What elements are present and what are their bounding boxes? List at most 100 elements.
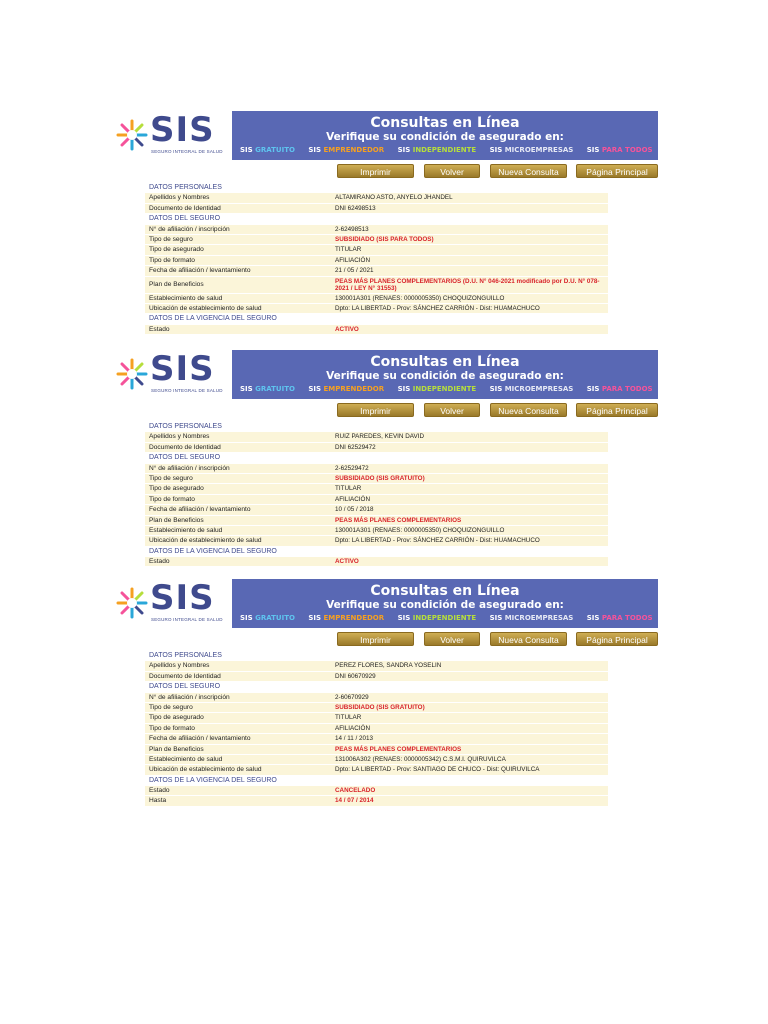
row-status: Estado ACTIVO [145,324,608,336]
section-insurance: DATOS DEL SEGURO [145,453,608,464]
program-link-independiente[interactable]: SIS INDEPENDIENTE [398,385,477,393]
row-affiliation-no: N° de afiliación / inscripción 2-62498513 [145,224,608,235]
section-personal: DATOS PERSONALES [145,651,608,662]
row-affiliation-date: Fecha de afiliación / levantamiento 21 / … [145,266,608,277]
program-link-gratuito[interactable]: SIS GRATUITO [240,385,295,393]
row-format-type: Tipo de formato AFILIACIÓN [145,494,608,506]
program-links: SIS GRATUITO SIS EMPRENDEDOR SIS INDEPEN… [240,146,658,154]
row-names: Apellidos y Nombres RUIZ PAREDES, KEVIN D… [145,432,608,443]
banner-title: Consultas en Línea [370,583,520,599]
sis-burst-icon [116,358,148,390]
section-validity: DATOS DE LA VIGENCIA DEL SEGURO [145,314,608,325]
header: SIS SEGURO INTEGRAL DE SALUD Consultas e… [110,349,658,399]
sis-logo-text: SIS [150,578,215,618]
row-health-facility: Establecimiento de salud 131006A302 (RENA… [145,754,608,766]
section-personal: DATOS PERSONALES [145,422,608,433]
row-document: Documento de Identidad DNI 62529472 [145,442,608,454]
program-link-para-todos[interactable]: SIS PARA TODOS [587,146,653,154]
row-insured-type: Tipo de asegurado TITULAR [145,713,608,724]
sis-burst-icon [116,587,148,619]
sis-logo: SIS SEGURO INTEGRAL DE SALUD [110,110,230,160]
print-button[interactable]: Imprimir [337,403,414,417]
banner-title: Consultas en Línea [370,115,520,131]
new-query-button[interactable]: Nueva Consulta [490,403,567,417]
program-link-gratuito[interactable]: SIS GRATUITO [240,614,295,622]
banner-title: Consultas en Línea [370,354,520,370]
section-validity: DATOS DE LA VIGENCIA DEL SEGURO [145,546,608,558]
banner-subtitle: Verifique su condición de asegurado en: [326,599,564,611]
section-personal: DATOS PERSONALES [145,183,608,194]
consultas-banner: Consultas en Línea Verifique su condició… [232,111,658,160]
banner-subtitle: Verifique su condición de asegurado en: [326,131,564,143]
row-format-type: Tipo de formato AFILIACIÓN [145,723,608,735]
row-insurance-type: Tipo de seguro SUBSIDIADO (SIS PARA TODOS… [145,234,608,246]
new-query-button[interactable]: Nueva Consulta [490,632,567,646]
consultas-banner: Consultas en Línea Verifique su condició… [232,579,658,628]
row-insurance-type: Tipo de seguro SUBSIDIADO (SIS GRATUITO) [145,702,608,714]
action-buttons: Imprimir Volver Nueva Consulta Página Pr… [337,403,658,417]
back-button[interactable]: Volver [424,632,480,646]
print-button[interactable]: Imprimir [337,632,414,646]
program-link-para-todos[interactable]: SIS PARA TODOS [587,385,653,393]
sis-logo: SIS SEGURO INTEGRAL DE SALUD [110,578,230,628]
sis-logo-text: SIS [150,110,215,150]
row-status: Estado CANCELADO [145,786,608,797]
program-link-gratuito[interactable]: SIS GRATUITO [240,146,295,154]
row-benefit-plan: Plan de Beneficios PEAS MÁS PLANES COMPLE… [145,515,608,526]
results-table: DATOS PERSONALES Apellidos y Nombres PERE… [145,651,608,807]
back-button[interactable]: Volver [424,164,480,178]
sis-logo: SIS SEGURO INTEGRAL DE SALUD [110,349,230,399]
program-link-microempresas[interactable]: SIS MICROEMPRESAS [490,385,574,393]
section-insurance: DATOS DEL SEGURO [145,214,608,225]
row-document: Documento de Identidad DNI 60670929 [145,671,608,683]
row-facility-location: Ubicación de establecimiento de salud Dpt… [145,536,608,547]
program-link-emprendedor[interactable]: SIS EMPRENDEDOR [308,146,384,154]
program-link-emprendedor[interactable]: SIS EMPRENDEDOR [308,385,384,393]
program-links: SIS GRATUITO SIS EMPRENDEDOR SIS INDEPEN… [240,614,658,622]
row-affiliation-date: Fecha de afiliación / levantamiento 10 / … [145,505,608,516]
row-benefit-plan: Plan de Beneficios PEAS MÁS PLANES COMPLE… [145,276,608,294]
program-link-emprendedor[interactable]: SIS EMPRENDEDOR [308,614,384,622]
row-names: Apellidos y Nombres ALTAMIRANO ASTO, ANYE… [145,193,608,204]
header: SIS SEGURO INTEGRAL DE SALUD Consultas e… [110,110,658,160]
program-link-independiente[interactable]: SIS INDEPENDIENTE [398,146,477,154]
row-affiliation-date: Fecha de afiliación / levantamiento 14 / … [145,734,608,745]
banner-subtitle: Verifique su condición de asegurado en: [326,370,564,382]
row-insured-type: Tipo de asegurado TITULAR [145,484,608,495]
row-insured-type: Tipo de asegurado TITULAR [145,245,608,256]
program-link-microempresas[interactable]: SIS MICROEMPRESAS [490,146,574,154]
section-insurance: DATOS DEL SEGURO [145,682,608,693]
print-button[interactable]: Imprimir [337,164,414,178]
row-facility-location: Ubicación de establecimiento de salud Dpt… [145,303,608,315]
action-buttons: Imprimir Volver Nueva Consulta Página Pr… [337,164,658,178]
row-facility-location: Ubicación de establecimiento de salud Dpt… [145,765,608,776]
consultas-banner: Consultas en Línea Verifique su condició… [232,350,658,399]
home-button[interactable]: Página Principal [576,164,658,178]
row-health-facility: Establecimiento de salud 130001A301 (RENA… [145,293,608,304]
results-table: DATOS PERSONALES Apellidos y Nombres RUIZ… [145,422,608,568]
sis-logo-subtitle: SEGURO INTEGRAL DE SALUD [151,388,223,393]
query-result-3: SIS SEGURO INTEGRAL DE SALUD Consultas e… [110,578,658,807]
home-button[interactable]: Página Principal [576,632,658,646]
results-table: DATOS PERSONALES Apellidos y Nombres ALTA… [145,183,608,336]
back-button[interactable]: Volver [424,403,480,417]
query-result-1: SIS SEGURO INTEGRAL DE SALUD Consultas e… [110,110,658,336]
row-health-facility: Establecimiento de salud 130001A301 (RENA… [145,525,608,537]
sis-logo-subtitle: SEGURO INTEGRAL DE SALUD [151,617,223,622]
row-benefit-plan: Plan de Beneficios PEAS MÁS PLANES COMPLE… [145,744,608,755]
program-link-independiente[interactable]: SIS INDEPENDIENTE [398,614,477,622]
program-link-para-todos[interactable]: SIS PARA TODOS [587,614,653,622]
row-affiliation-no: N° de afiliación / inscripción 2-62529472 [145,463,608,474]
program-link-microempresas[interactable]: SIS MICROEMPRESAS [490,614,574,622]
row-status: Estado ACTIVO [145,557,608,568]
sis-logo-text: SIS [150,349,215,389]
new-query-button[interactable]: Nueva Consulta [490,164,567,178]
action-buttons: Imprimir Volver Nueva Consulta Página Pr… [337,632,658,646]
sis-burst-icon [116,119,148,151]
row-names: Apellidos y Nombres PEREZ FLORES, SANDRA … [145,661,608,672]
home-button[interactable]: Página Principal [576,403,658,417]
row-insurance-type: Tipo de seguro SUBSIDIADO (SIS GRATUITO) [145,473,608,485]
row-until: Hasta 14 / 07 / 2014 [145,796,608,807]
row-format-type: Tipo de formato AFILIACIÓN [145,255,608,267]
header: SIS SEGURO INTEGRAL DE SALUD Consultas e… [110,578,658,628]
